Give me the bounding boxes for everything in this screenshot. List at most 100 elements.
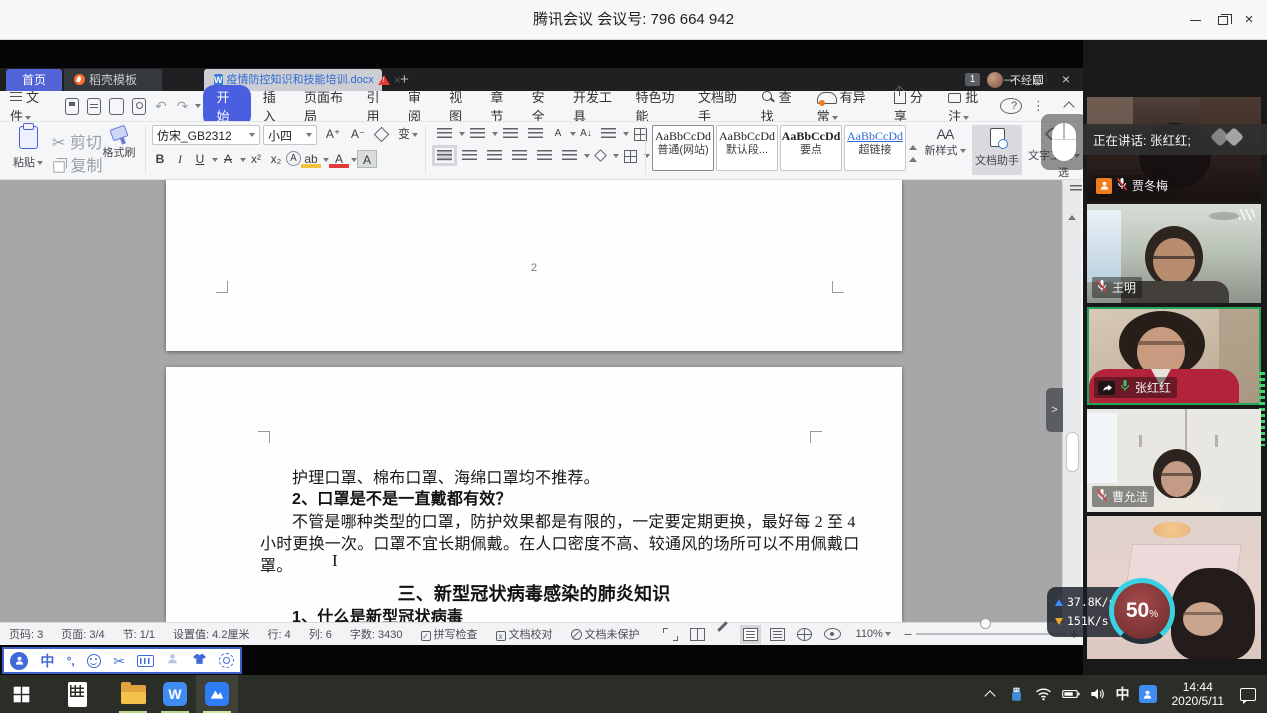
- format-painter-button[interactable]: 格式刷: [98, 126, 140, 160]
- font-size-select[interactable]: 小四: [263, 125, 317, 145]
- new-style-button[interactable]: AA 新样式: [922, 126, 968, 158]
- style-default-para[interactable]: AaBbCcDd默认段...: [716, 125, 778, 171]
- subscript-icon[interactable]: x₂: [266, 150, 286, 168]
- ime-toolbar[interactable]: 中 °, ✂: [2, 647, 242, 674]
- numbered-list-icon[interactable]: [470, 128, 485, 139]
- enclosed-char-icon[interactable]: A: [286, 151, 301, 166]
- pinyin-guide-icon[interactable]: 变: [398, 125, 418, 143]
- sort-icon[interactable]: A↓: [576, 128, 596, 141]
- export-icon[interactable]: [109, 98, 123, 115]
- shading-icon[interactable]: [594, 149, 607, 162]
- cut-button[interactable]: ✂ 剪切: [52, 129, 102, 153]
- strikethrough-icon[interactable]: A: [218, 150, 238, 168]
- speaker-icon[interactable]: [1089, 685, 1107, 703]
- menu-view[interactable]: 视图: [439, 87, 480, 125]
- zoom-level[interactable]: 110%: [847, 628, 900, 640]
- print-preview-icon[interactable]: [132, 98, 146, 115]
- video-tile-wangming[interactable]: 王明: [1087, 204, 1261, 303]
- vertical-scrollbar[interactable]: >: [1062, 180, 1081, 622]
- wps-restore-icon[interactable]: [1029, 72, 1047, 88]
- menu-special-features[interactable]: 特色功能: [626, 87, 689, 125]
- taskbar-calculator[interactable]: [56, 675, 98, 713]
- char-scale-icon[interactable]: A: [548, 128, 568, 141]
- menu-security[interactable]: 安全: [522, 87, 563, 125]
- italic-icon[interactable]: I: [170, 150, 190, 168]
- ime-logo-icon[interactable]: [10, 652, 28, 670]
- fullscreen-icon[interactable]: [663, 628, 678, 641]
- file-menu[interactable]: 文件: [0, 87, 61, 125]
- distribute-icon[interactable]: [537, 150, 552, 161]
- print-icon[interactable]: [87, 98, 101, 115]
- increase-font-icon[interactable]: A⁺: [323, 125, 343, 143]
- decrease-indent-icon[interactable]: [503, 128, 518, 139]
- scrollbar-thumb[interactable]: [1066, 432, 1079, 472]
- wifi-icon[interactable]: [1035, 685, 1053, 703]
- tab-docer[interactable]: 稻壳模板: [64, 69, 162, 91]
- notification-badge[interactable]: 1: [965, 73, 980, 86]
- clipboard-scissors-icon[interactable]: ✂: [113, 654, 125, 668]
- menu-dev-tools[interactable]: 开发工具: [563, 87, 626, 125]
- user-icon[interactable]: [166, 652, 179, 670]
- close-icon[interactable]: ×: [1239, 11, 1259, 29]
- zoom-slider-handle[interactable]: [980, 618, 991, 629]
- document-area[interactable]: 2 护理口罩、棉布口罩、海绵口罩均不推荐。 2、口罩是不是一直戴都有效？ 不管是…: [0, 180, 1062, 622]
- doc-protect-button[interactable]: 文档未保护: [562, 626, 649, 642]
- page-view-icon[interactable]: [743, 628, 758, 641]
- ime-tray-icon[interactable]: [1139, 685, 1157, 703]
- taskbar-wps[interactable]: W: [154, 675, 196, 713]
- copy-button[interactable]: 复制: [52, 152, 102, 176]
- doc-assistant-button[interactable]: 文档助手: [972, 125, 1022, 175]
- taskbar-file-explorer[interactable]: [112, 675, 154, 713]
- underline-icon[interactable]: U: [190, 150, 210, 168]
- emoji-icon[interactable]: [87, 654, 101, 668]
- taskbar-clock[interactable]: 14:44 2020/5/11: [1166, 680, 1231, 708]
- web-view-icon[interactable]: [797, 628, 812, 641]
- highlight-icon[interactable]: ab: [301, 150, 321, 168]
- hidden-icons-chevron[interactable]: [981, 685, 999, 703]
- help-icon[interactable]: ?: [1000, 98, 1022, 114]
- redo-icon[interactable]: ↷: [172, 98, 194, 115]
- line-spacing-icon[interactable]: [562, 150, 577, 161]
- font-name-select[interactable]: 仿宋_GB2312: [152, 125, 260, 145]
- battery-icon[interactable]: [1062, 685, 1080, 703]
- decrease-font-icon[interactable]: A⁻: [348, 125, 368, 143]
- accelerator-ball[interactable]: 50%: [1109, 578, 1175, 644]
- toolbar-more-icon[interactable]: [195, 104, 201, 108]
- soft-keyboard-icon[interactable]: [137, 655, 154, 667]
- wps-minimize-icon[interactable]: —: [1001, 72, 1019, 88]
- restore-icon[interactable]: [1213, 11, 1233, 29]
- more-menu-icon[interactable]: ⋮: [1022, 98, 1055, 114]
- menu-doc-assistant[interactable]: 文档助手: [688, 87, 751, 125]
- menu-references[interactable]: 引用: [357, 87, 398, 125]
- document-page-1[interactable]: 2: [166, 180, 902, 351]
- eye-protect-icon[interactable]: [824, 628, 841, 640]
- outline-view-icon[interactable]: [770, 628, 785, 641]
- status-word-count[interactable]: 字数: 3430: [341, 626, 412, 642]
- undo-icon[interactable]: ↶: [150, 98, 172, 115]
- superscript-icon[interactable]: x²: [246, 150, 266, 168]
- spell-check-button[interactable]: ✓拼写检查: [412, 626, 487, 642]
- justify-icon[interactable]: [512, 150, 527, 161]
- zoom-out-icon[interactable]: −: [900, 626, 916, 642]
- task-pane-toggle[interactable]: >: [1046, 388, 1063, 432]
- style-hyperlink[interactable]: AaBbCcDd超链接: [844, 125, 906, 171]
- style-normal[interactable]: AaBbCcDd普通(网站): [652, 125, 714, 171]
- video-tile-caoyunjie[interactable]: 曹允洁: [1087, 409, 1261, 512]
- skin-icon[interactable]: [192, 652, 207, 670]
- comment-button[interactable]: 批注: [938, 87, 1000, 125]
- two-page-view-icon[interactable]: [690, 628, 705, 641]
- paste-button[interactable]: 粘贴: [10, 126, 46, 170]
- ime-settings-icon[interactable]: [219, 653, 234, 668]
- char-shading-icon[interactable]: A: [357, 150, 377, 168]
- usb-icon[interactable]: [1008, 685, 1026, 703]
- collapse-ribbon-icon[interactable]: [1055, 99, 1083, 114]
- menu-insert[interactable]: 插入: [253, 87, 294, 125]
- increase-indent-icon[interactable]: [528, 128, 543, 139]
- font-color-icon[interactable]: A: [329, 150, 349, 168]
- ruler-toggle-icon[interactable]: [1070, 185, 1082, 193]
- wps-close-icon[interactable]: ×: [1057, 72, 1075, 88]
- find-button[interactable]: 查找: [751, 87, 807, 125]
- bold-icon[interactable]: B: [150, 150, 170, 168]
- menu-review[interactable]: 审阅: [398, 87, 439, 125]
- taskbar-tencent-meeting[interactable]: [196, 675, 238, 713]
